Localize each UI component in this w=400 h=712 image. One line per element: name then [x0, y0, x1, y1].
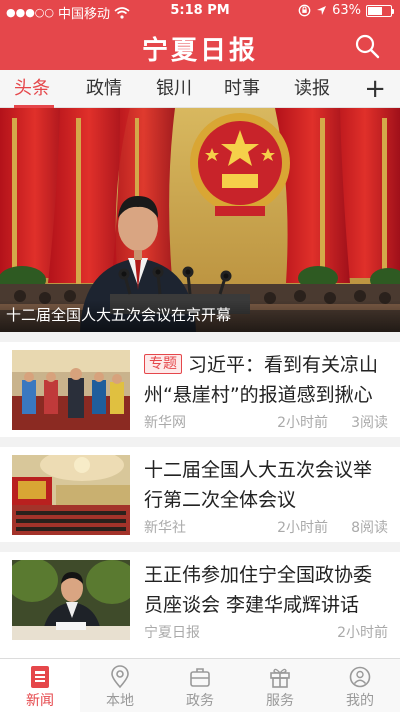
news-title: 专题 习近平：看到有关凉山州“悬崖村”的报道感到揪心	[144, 350, 390, 410]
nav-news-label: 新闻	[26, 693, 54, 709]
section-spacer	[0, 437, 400, 447]
app-header: ●●●○○ 中国移动 5:18 PM 63% 宁夏日报	[0, 0, 400, 70]
battery-icon	[366, 4, 394, 17]
hero-image	[0, 108, 400, 332]
search-icon[interactable]	[354, 33, 380, 59]
bottom-navigation: 新闻 本地 政务 服务 我的	[0, 658, 400, 712]
section-spacer	[0, 332, 400, 342]
nav-local-label: 本地	[106, 693, 134, 709]
status-bar: ●●●○○ 中国移动 5:18 PM 63%	[0, 0, 400, 22]
nav-local[interactable]: 本地	[80, 659, 160, 712]
news-item[interactable]: 十二届全国人大五次会议举行第二次全体会议 新华社 2小时前 8阅读	[0, 447, 400, 552]
hero-caption: 十二届全国人大五次会议在京开幕	[0, 300, 400, 332]
news-icon	[31, 666, 49, 688]
nav-news[interactable]: 新闻	[0, 659, 80, 712]
topic-badge: 专题	[144, 354, 182, 374]
hero-banner[interactable]: 十二届全国人大五次会议在京开幕	[0, 108, 400, 332]
nav-profile[interactable]: 我的	[320, 659, 400, 712]
news-title: 十二届全国人大五次会议举行第二次全体会议	[144, 459, 373, 511]
add-tab-button[interactable]: +	[364, 74, 386, 104]
nav-government-label: 政务	[186, 693, 214, 709]
news-item[interactable]: 王正伟参加住宁全国政协委员座谈会 李建华咸辉讲话 宁夏日报 2小时前	[0, 552, 400, 657]
orientation-lock-icon	[298, 4, 311, 17]
news-time: 2小时前	[337, 625, 388, 641]
app-title: 宁夏日报	[141, 36, 258, 66]
news-read-count: 3阅读	[351, 415, 388, 431]
nav-services-label: 服务	[266, 693, 294, 709]
battery-percent: 63%	[332, 3, 361, 18]
section-spacer	[0, 542, 400, 552]
news-time: 2小时前	[277, 415, 328, 431]
news-item[interactable]: 专题 习近平：看到有关凉山州“悬崖村”的报道感到揪心 新华网 2小时前 3阅读	[0, 342, 400, 447]
tab-read-paper[interactable]: 读报	[294, 70, 330, 108]
tab-current-affairs[interactable]: 时事	[224, 70, 260, 108]
location-pin-icon	[111, 665, 129, 689]
briefcase-icon	[190, 668, 210, 687]
news-source: 新华网	[144, 415, 186, 431]
location-arrow-icon	[317, 6, 327, 15]
news-thumbnail	[12, 560, 130, 640]
news-source: 新华社	[144, 520, 186, 536]
news-thumbnail	[12, 455, 130, 535]
tab-yinchuan[interactable]: 银川	[156, 70, 192, 108]
nav-services[interactable]: 服务	[240, 659, 320, 712]
nav-profile-label: 我的	[346, 693, 374, 709]
nav-government[interactable]: 政务	[160, 659, 240, 712]
category-tabs: 头条 政情 银川 时事 读报 +	[0, 70, 400, 108]
tab-politics[interactable]: 政情	[86, 70, 122, 108]
news-source: 宁夏日报	[144, 625, 200, 641]
news-title: 王正伟参加住宁全国政协委员座谈会 李建华咸辉讲话	[144, 564, 373, 616]
tab-headlines[interactable]: 头条	[14, 70, 50, 108]
gift-icon	[270, 668, 290, 688]
news-read-count: 8阅读	[351, 520, 388, 536]
news-time: 2小时前	[277, 520, 328, 536]
user-icon	[349, 666, 371, 688]
news-thumbnail	[12, 350, 130, 430]
